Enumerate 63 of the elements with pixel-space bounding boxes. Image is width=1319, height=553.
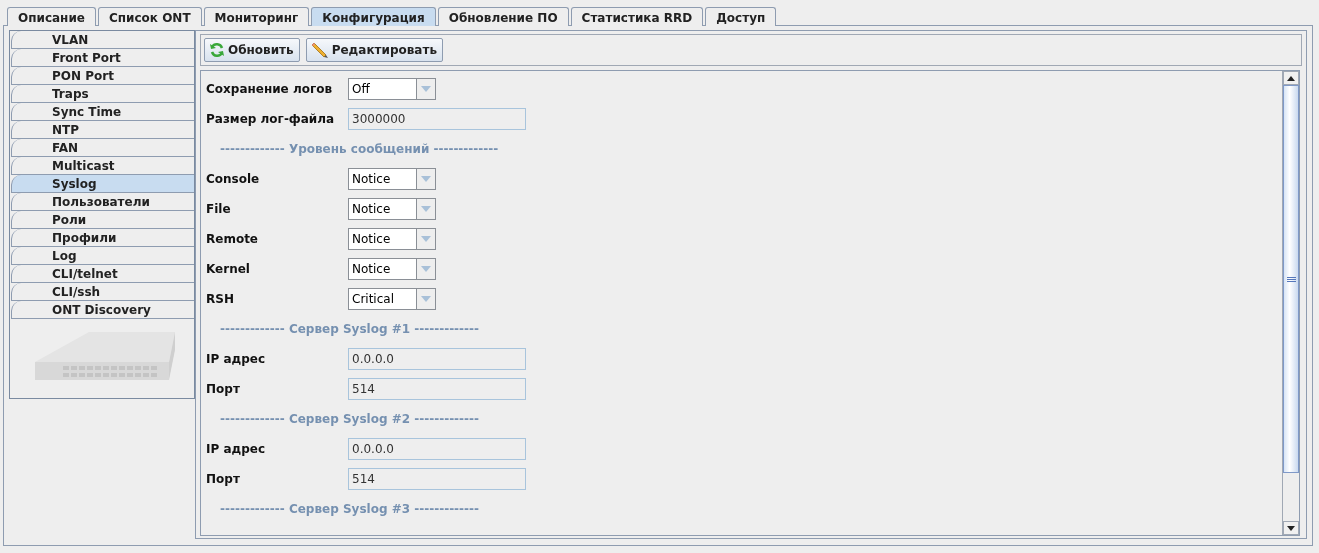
dropdown[interactable]: Off (348, 78, 436, 100)
sidebar-item[interactable]: VLAN (11, 31, 194, 49)
field-label: File (206, 202, 232, 216)
sidebar-item[interactable]: Traps (11, 85, 194, 103)
input-field[interactable]: 0.0.0.0 (348, 438, 526, 460)
section-heading: ------------- Уровень сообщений ------------- (219, 141, 500, 158)
dropdown-arrow-icon (421, 206, 431, 212)
scrollbar[interactable] (1282, 71, 1299, 535)
scroll-down-icon (1287, 525, 1295, 531)
sidebar-item[interactable]: Log (11, 247, 194, 265)
field-label: IP адрес (206, 442, 267, 456)
dropdown-arrow-icon (421, 266, 431, 272)
section-heading: ------------- Сервер Syslog #3 ------------- (219, 501, 481, 518)
scroll-up-icon (1287, 75, 1295, 81)
tab[interactable]: Описание (7, 7, 96, 26)
sidebar-item[interactable]: Multicast (11, 157, 194, 175)
dropdown-arrow-icon (421, 296, 431, 302)
input-field[interactable]: 3000000 (348, 108, 526, 130)
refresh-icon (209, 42, 225, 58)
tab[interactable]: Список ONT (97, 7, 202, 26)
tab[interactable]: Статистика RRD (570, 7, 704, 26)
tab[interactable]: Обновление ПО (437, 7, 569, 26)
field-label: Kernel (206, 262, 251, 276)
field-label: Remote (206, 232, 259, 246)
input-field[interactable]: 0.0.0.0 (348, 348, 526, 370)
dropdown[interactable]: Notice (348, 198, 436, 220)
field-label: Размер лог-файла (206, 112, 336, 126)
dropdown[interactable]: Notice (348, 168, 436, 190)
dropdown[interactable]: Notice (348, 258, 436, 280)
sidebar-item[interactable]: Sync Time (11, 103, 194, 121)
sidebar-item[interactable]: Пользователи (11, 193, 194, 211)
field-label: Сохранение логов (206, 82, 334, 96)
input-field[interactable]: 514 (348, 468, 526, 490)
section-heading: ------------- Сервер Syslog #2 ------------- (219, 411, 481, 428)
sidebar-item[interactable]: NTP (11, 121, 194, 139)
field-label: RSH (206, 292, 235, 306)
sidebar-item[interactable]: Профили (11, 229, 194, 247)
sidebar-item[interactable]: Front Port (11, 49, 194, 67)
field-label: Console (206, 172, 261, 186)
dropdown-arrow-icon (421, 236, 431, 242)
sidebar-item[interactable]: Syslog (11, 175, 194, 193)
sidebar-item[interactable]: ONT Discovery (11, 301, 194, 319)
dropdown[interactable]: Notice (348, 228, 436, 250)
field-label: IP адрес (206, 352, 267, 366)
input-field[interactable]: 514 (348, 378, 526, 400)
toolbar-button[interactable]: Обновить (204, 38, 300, 62)
tab[interactable]: Конфигурация (311, 7, 436, 26)
sidebar-item[interactable]: CLI/telnet (11, 265, 194, 283)
field-label: Порт (206, 382, 241, 396)
grip-icon (1286, 276, 1296, 282)
field-label: Порт (206, 472, 241, 486)
sidebar-item[interactable]: PON Port (11, 67, 194, 85)
tab[interactable]: Доступ (705, 7, 777, 26)
pencil-icon (310, 41, 329, 59)
tab[interactable]: Мониторинг (203, 7, 310, 26)
dropdown[interactable]: Critical (348, 288, 436, 310)
section-heading: ------------- Сервер Syslog #1 ------------- (219, 321, 481, 338)
sidebar-item[interactable]: FAN (11, 139, 194, 157)
sidebar-item[interactable]: CLI/ssh (11, 283, 194, 301)
dropdown-arrow-icon (421, 176, 431, 182)
dropdown-arrow-icon (421, 86, 431, 92)
toolbar-button[interactable]: Редактировать (305, 38, 443, 62)
sidebar-item[interactable]: Роли (11, 211, 194, 229)
